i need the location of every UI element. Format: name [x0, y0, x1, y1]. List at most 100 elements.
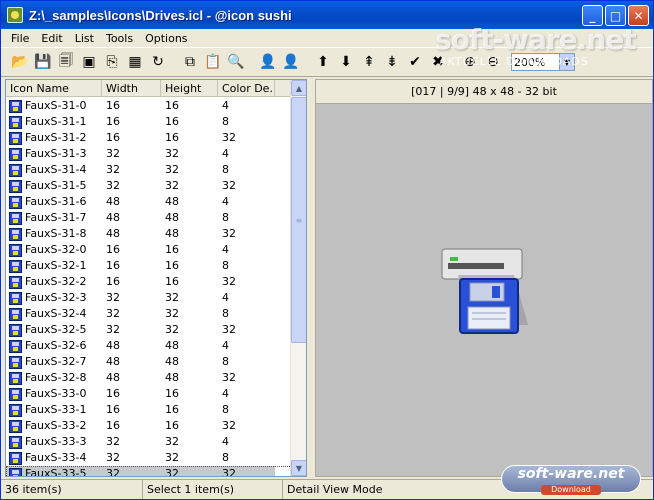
table-row[interactable]: FauxS-31-1 16 16 8 [6, 114, 292, 130]
icon-name-cell: FauxS-33-5 [6, 466, 102, 476]
table-row[interactable]: FauxS-32-8 48 48 32 [6, 370, 292, 386]
table-row[interactable]: FauxS-32-2 16 16 32 [6, 274, 292, 290]
icon-name-text: FauxS-31-4 [25, 163, 87, 176]
icon-name-text: FauxS-31-8 [25, 227, 87, 240]
move-top-icon[interactable]: ⇞ [358, 51, 380, 73]
vertical-scrollbar[interactable]: ▲ ≡ ▼ [290, 80, 306, 476]
color-depth-cell: 4 [222, 435, 229, 448]
color-depth-cell: 4 [222, 243, 229, 256]
width-cell: 32 [102, 466, 161, 476]
scroll-up-button[interactable]: ▲ [291, 80, 306, 96]
width-cell: 48 [106, 339, 120, 352]
icon-name-text: FauxS-32-1 [25, 259, 87, 272]
table-row[interactable]: FauxS-31-5 32 32 32 [6, 178, 292, 194]
height-cell: 16 [165, 419, 179, 432]
table-row[interactable]: FauxS-33-3 32 32 4 [6, 434, 292, 450]
color-depth-cell: 4 [222, 147, 229, 160]
table-row[interactable]: FauxS-32-7 48 48 8 [6, 354, 292, 370]
height-cell: 48 [165, 355, 179, 368]
floppy-icon [9, 195, 22, 209]
menu-options[interactable]: Options [139, 32, 193, 45]
table-row[interactable]: FauxS-31-4 32 32 8 [6, 162, 292, 178]
table-row[interactable]: FauxS-31-0 16 16 4 [6, 98, 292, 114]
watermark-badge-download: Download [541, 485, 601, 495]
table-row[interactable]: FauxS-32-0 16 16 4 [6, 242, 292, 258]
icon-name-text: FauxS-31-1 [25, 115, 87, 128]
bmp-export-icon[interactable]: ▦ [124, 51, 146, 73]
width-cell: 16 [106, 115, 120, 128]
color-depth-cell: 4 [222, 339, 229, 352]
table-row[interactable]: FauxS-31-8 48 48 32 [6, 226, 292, 242]
floppy-icon [9, 163, 22, 177]
floppy-icon [9, 323, 22, 337]
floppy-icon [9, 307, 22, 321]
export-icon[interactable]: ▣ [78, 51, 100, 73]
icon-name-cell: FauxS-32-7 [6, 354, 102, 370]
floppy-icon [9, 419, 22, 433]
copy-icon[interactable]: ⧉ [179, 51, 201, 73]
height-cell: 16 [165, 275, 179, 288]
floppy-icon [9, 355, 22, 369]
table-row[interactable]: FauxS-31-2 16 16 32 [6, 130, 292, 146]
scroll-thumb[interactable]: ≡ [291, 97, 306, 343]
save-all-icon[interactable]: 🗐 [55, 51, 77, 73]
table-row[interactable]: FauxS-32-6 48 48 4 [6, 338, 292, 354]
table-row[interactable]: FauxS-33-2 16 16 32 [6, 418, 292, 434]
color-depth-cell: 32 [222, 131, 236, 144]
check-icon[interactable]: ✔ [404, 51, 426, 73]
table-row[interactable]: FauxS-32-3 32 32 4 [6, 290, 292, 306]
color-depth-cell: 32 [222, 371, 236, 384]
move-bottom-icon[interactable]: ⇟ [381, 51, 403, 73]
column-header-icon-name[interactable]: Icon Name [6, 80, 102, 97]
color-depth-cell: 32 [222, 179, 236, 192]
menu-file[interactable]: File [5, 32, 35, 45]
table-row[interactable]: FauxS-33-1 16 16 8 [6, 402, 292, 418]
scroll-down-button[interactable]: ▼ [291, 460, 306, 476]
color-depth-cell: 8 [222, 211, 229, 224]
menu-tools[interactable]: Tools [100, 32, 139, 45]
panel-splitter[interactable] [309, 79, 314, 477]
height-cell: 32 [165, 323, 179, 336]
extract-icon[interactable]: ⎘ [101, 51, 123, 73]
floppy-drive-icon [441, 248, 528, 334]
icon-name-cell: FauxS-31-6 [6, 194, 102, 210]
color-depth-cell: 8 [222, 451, 229, 464]
table-row[interactable]: FauxS-32-5 32 32 32 [6, 322, 292, 338]
table-row[interactable]: FauxS-33-0 16 16 4 [6, 386, 292, 402]
table-row[interactable]: FauxS-33-5 32 32 32 [6, 466, 292, 476]
app-icon[interactable] [7, 7, 23, 23]
menu-list[interactable]: List [69, 32, 100, 45]
arrow-up-icon[interactable]: ⬆ [312, 51, 334, 73]
icon-list-rows: FauxS-31-0 16 16 4 FauxS-31-1 16 16 8 FauxS-31-2… [6, 98, 292, 476]
column-header-height[interactable]: Height [161, 80, 218, 97]
table-row[interactable]: FauxS-32-1 16 16 8 [6, 258, 292, 274]
table-row[interactable]: FauxS-31-3 32 32 4 [6, 146, 292, 162]
floppy-icon [9, 147, 22, 161]
height-cell: 16 [165, 403, 179, 416]
icon-name-cell: FauxS-31-3 [6, 146, 102, 162]
table-row[interactable]: FauxS-31-6 48 48 4 [6, 194, 292, 210]
find-icon[interactable]: 🔍 [225, 51, 247, 73]
height-cell: 32 [165, 291, 179, 304]
paste-icon[interactable]: 📋 [202, 51, 224, 73]
user-icon[interactable]: 👤 [257, 51, 279, 73]
user-green-icon[interactable]: 👤 [280, 51, 302, 73]
icon-name-text: FauxS-33-2 [25, 419, 87, 432]
column-header-color-depth[interactable]: Color De... [218, 80, 275, 97]
table-row[interactable]: FauxS-32-4 32 32 8 [6, 306, 292, 322]
height-cell: 16 [165, 259, 179, 272]
icon-name-cell: FauxS-31-7 [6, 210, 102, 226]
menu-edit[interactable]: Edit [35, 32, 68, 45]
refresh-icon[interactable]: ↻ [147, 51, 169, 73]
open-folder-icon[interactable]: 📂 [9, 51, 31, 73]
column-header-width[interactable]: Width [102, 80, 161, 97]
icon-name-cell: FauxS-32-2 [6, 274, 102, 290]
table-row[interactable]: FauxS-31-7 48 48 8 [6, 210, 292, 226]
table-row[interactable]: FauxS-33-4 32 32 8 [6, 450, 292, 466]
color-depth-cell: 32 [222, 323, 236, 336]
icon-name-text: FauxS-31-6 [25, 195, 87, 208]
save-icon[interactable]: 💾 [32, 51, 54, 73]
width-cell: 32 [106, 179, 120, 192]
arrow-down-icon[interactable]: ⬇ [335, 51, 357, 73]
icon-list-panel[interactable]: Icon Name Width Height Color De... FauxS… [5, 79, 307, 477]
